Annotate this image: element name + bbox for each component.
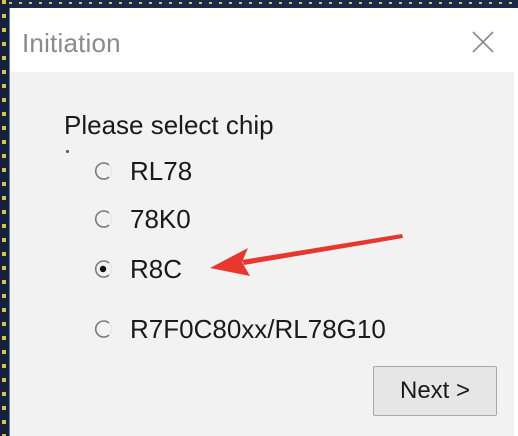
- next-button[interactable]: Next >: [373, 366, 497, 416]
- option-78k0[interactable]: 78K0: [92, 202, 191, 236]
- red-arrow-annotation-icon: [210, 234, 403, 276]
- close-button[interactable]: [471, 30, 495, 54]
- option-label: R7F0C80xx/RL78G10: [130, 313, 386, 344]
- option-label: RL78: [130, 155, 193, 186]
- stray-dot: [66, 150, 69, 153]
- option-label: R8C: [130, 253, 183, 284]
- option-r7f0c80xx-rl78g10[interactable]: R7F0C80xx/RL78G10: [92, 312, 386, 346]
- window-title: Initiation: [22, 28, 121, 58]
- screenshot-root: Initiation Please select chip RL78 78K0 …: [0, 0, 518, 436]
- radio-unselected-icon[interactable]: [92, 318, 114, 340]
- initiation-dialog: Initiation Please select chip RL78 78K0 …: [9, 8, 515, 436]
- option-r8c[interactable]: R8C: [92, 252, 182, 286]
- radio-selected-icon[interactable]: [92, 258, 114, 280]
- background-window-edge: [0, 0, 9, 436]
- title-bar: Initiation: [10, 8, 515, 72]
- option-label: 78K0: [130, 203, 191, 234]
- radio-unselected-icon[interactable]: [92, 208, 114, 230]
- chip-select-prompt: Please select chip: [64, 110, 274, 140]
- radio-unselected-icon[interactable]: [92, 160, 114, 182]
- background-window-top-edge: [9, 0, 518, 8]
- close-icon: [472, 31, 494, 53]
- option-rl78[interactable]: RL78: [92, 154, 192, 188]
